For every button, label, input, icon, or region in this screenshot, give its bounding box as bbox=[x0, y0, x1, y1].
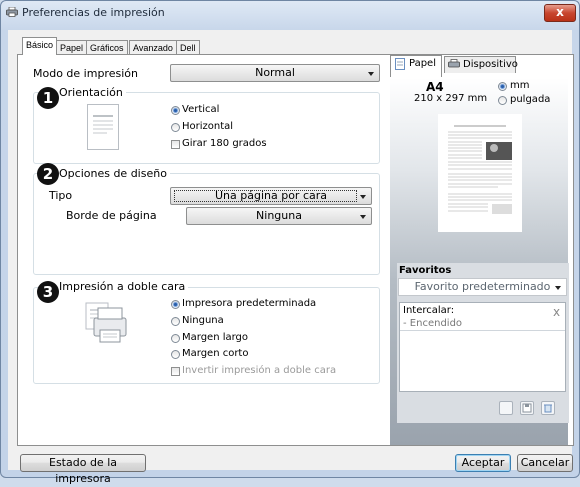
page-preview-thumbnail bbox=[438, 114, 522, 232]
unit-mm-label[interactable]: mm bbox=[510, 80, 529, 91]
orientation-vertical-radio[interactable] bbox=[171, 106, 180, 115]
tab-avanzado[interactable]: Avanzado bbox=[129, 40, 177, 54]
accept-button[interactable]: Aceptar bbox=[455, 454, 511, 472]
invert-duplex-label[interactable]: Invertir impresión a doble cara bbox=[182, 365, 336, 376]
duplex-printer-icon bbox=[85, 302, 127, 343]
chevron-down-icon bbox=[360, 215, 366, 219]
print-mode-select[interactable]: Normal bbox=[170, 64, 380, 82]
tab-basico[interactable]: Básico bbox=[22, 37, 58, 55]
focus-ring bbox=[174, 190, 357, 202]
duplex-long-edge-label[interactable]: Margen largo bbox=[182, 332, 248, 343]
tab-graficos[interactable]: Gráficos bbox=[86, 40, 128, 54]
favorites-select[interactable]: Favorito predeterminado bbox=[398, 278, 567, 296]
tab-dell[interactable]: Dell bbox=[176, 40, 200, 54]
unit-inch-radio[interactable] bbox=[498, 96, 507, 105]
duplex-short-edge-radio[interactable] bbox=[171, 350, 180, 359]
portrait-page-icon bbox=[87, 104, 119, 150]
printer-icon bbox=[448, 59, 460, 68]
duplex-default-radio[interactable] bbox=[171, 300, 180, 309]
rotate-180-label[interactable]: Girar 180 grados bbox=[182, 138, 267, 149]
favorites-value: Favorito predeterminado bbox=[414, 280, 551, 293]
duplex-long-edge-radio[interactable] bbox=[171, 334, 180, 343]
duplex-none-radio[interactable] bbox=[171, 317, 180, 326]
save-favorite-icon[interactable] bbox=[520, 401, 534, 415]
orientation-vertical-label[interactable]: Vertical bbox=[182, 104, 219, 115]
invert-duplex-checkbox[interactable] bbox=[171, 367, 180, 376]
close-button[interactable]: x bbox=[544, 4, 576, 22]
printer-status-button[interactable]: Estado de la impresora bbox=[20, 454, 146, 485]
chevron-down-icon bbox=[360, 195, 366, 199]
orientation-title: Orientación bbox=[56, 86, 126, 99]
layout-type-label: Tipo bbox=[49, 189, 73, 202]
print-mode-label: Modo de impresión bbox=[33, 67, 138, 80]
page-border-label: Borde de página bbox=[66, 209, 157, 222]
orientation-horizontal-radio[interactable] bbox=[171, 123, 180, 132]
layout-title: Opciones de diseño bbox=[56, 167, 170, 180]
chevron-down-icon bbox=[368, 72, 374, 76]
remove-setting-icon[interactable]: x bbox=[553, 305, 560, 319]
setting-collate-label: Intercalar: bbox=[403, 305, 455, 316]
page-border-select[interactable]: Ninguna bbox=[186, 207, 372, 225]
paper-size-name: A4 bbox=[426, 80, 444, 94]
delete-favorite-icon[interactable] bbox=[541, 401, 555, 415]
step-3-badge: 3 bbox=[37, 281, 59, 303]
new-favorite-icon[interactable] bbox=[499, 401, 513, 415]
paper-size-dims: 210 x 297 mm bbox=[414, 93, 488, 104]
step-1-badge: 1 bbox=[37, 87, 59, 109]
orientation-horizontal-label[interactable]: Horizontal bbox=[182, 121, 233, 132]
close-icon: x bbox=[556, 5, 564, 19]
unit-mm-radio[interactable] bbox=[498, 82, 507, 91]
duplex-none-label[interactable]: Ninguna bbox=[182, 315, 224, 326]
duplex-default-label[interactable]: Impresora predeterminada bbox=[182, 298, 316, 309]
page-icon bbox=[395, 58, 405, 70]
cancel-button[interactable]: Cancelar bbox=[517, 454, 573, 472]
print-mode-value: Normal bbox=[255, 66, 295, 79]
duplex-title: Impresión a doble cara bbox=[56, 280, 189, 293]
window-title: Preferencias de impresión bbox=[22, 6, 165, 19]
step-2-badge: 2 bbox=[37, 163, 59, 185]
layout-type-select[interactable]: Una página por cara bbox=[170, 187, 372, 205]
rotate-180-checkbox[interactable] bbox=[171, 140, 180, 149]
favorites-title: Favoritos bbox=[399, 265, 452, 276]
printer-icon bbox=[6, 7, 18, 17]
unit-inch-label[interactable]: pulgada bbox=[510, 94, 550, 105]
duplex-short-edge-label[interactable]: Margen corto bbox=[182, 348, 248, 359]
setting-collate-value: - Encendido bbox=[403, 318, 463, 329]
tab-papel[interactable]: Papel bbox=[56, 40, 88, 54]
page-border-value: Ninguna bbox=[256, 209, 302, 222]
chevron-down-icon bbox=[555, 286, 561, 290]
divider bbox=[400, 330, 565, 331]
